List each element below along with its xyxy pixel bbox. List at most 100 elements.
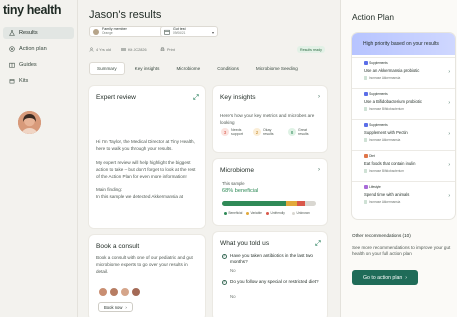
plan-item-title: Eat foods that contain inulin xyxy=(364,161,416,166)
tab-microbiome[interactable]: Microbiome xyxy=(169,63,207,74)
member-select-value: Orange xyxy=(102,30,113,35)
legend-beneficial: Beneficial xyxy=(224,211,242,215)
gut-test-select[interactable]: Gut test 09/06/21 ▾ xyxy=(160,26,218,37)
priority-plan-box: High priority based on your results Supp… xyxy=(352,33,455,219)
target-icon xyxy=(364,138,368,142)
priority-header: High priority based on your results xyxy=(352,33,455,55)
stat-count: 3 xyxy=(221,128,229,137)
age-text: 4 Yrs old xyxy=(96,47,111,52)
plan-item-sub: Increase Bifidobacterium xyxy=(364,169,404,173)
plan-item-sub: Increase Akkermansia xyxy=(364,138,400,142)
question-text: Have you taken antibiotics in the last t… xyxy=(230,253,313,265)
results-tabs: Summary Key insights Microbiome Conditio… xyxy=(89,62,331,75)
calendar-icon xyxy=(164,29,170,35)
expand-icon[interactable] xyxy=(193,94,199,100)
tag-icon xyxy=(364,123,368,127)
plan-item[interactable]: Lifestyle Spend time with animals Increa… xyxy=(352,181,455,211)
tab-conditions[interactable]: Conditions xyxy=(210,63,246,74)
sidebar-item-action-plan[interactable]: Action plan xyxy=(3,43,74,55)
key-insights-card[interactable]: Key insights › Here's how your key metri… xyxy=(213,86,327,152)
sidebar-item-label: Results xyxy=(19,30,38,36)
expert-review-text: Hi I'm Taylor, the Medical Director at T… xyxy=(96,139,196,200)
expert-review-card[interactable]: Expert review Hi I'm Taylor, the Medical… xyxy=(89,86,205,228)
action-plan-title: Action Plan xyxy=(352,12,394,22)
sidebar-item-label: Guides xyxy=(19,62,37,68)
target-icon xyxy=(364,169,368,173)
book-now-label: Book now xyxy=(104,304,123,310)
arrow-right-icon: › xyxy=(318,167,320,173)
family-member-select[interactable]: Family member Orange ▾ xyxy=(89,26,166,37)
barcode-icon xyxy=(121,48,126,51)
plan-item-tag: Supplements xyxy=(364,92,388,96)
bar-segment-unknown xyxy=(304,201,316,206)
check-icon: ✓ xyxy=(222,280,227,285)
question-text: Do you follow any special or restricted … xyxy=(230,279,319,284)
tab-microbiome-seeding[interactable]: Microbiome Seeding xyxy=(249,63,305,74)
arrow-right-icon: › xyxy=(448,131,450,137)
question-item: ✓ Do you follow any special or restricte… xyxy=(222,279,320,285)
stat-great-results: 8 Great results xyxy=(288,128,313,137)
plan-item-sub: Increase Bifidobacterium xyxy=(364,107,404,111)
plan-item[interactable]: Supplements Supplement with Pectin Incre… xyxy=(352,119,455,149)
bar-segment-beneficial xyxy=(222,201,286,206)
microbiome-title: Microbiome xyxy=(220,167,255,174)
legend-swatch xyxy=(292,211,295,215)
target-icon xyxy=(9,46,15,52)
target-icon xyxy=(364,76,368,80)
sidebar: tiny health Results Action plan Guides K… xyxy=(0,0,78,317)
kit-meta: Kit JC2826 xyxy=(121,47,147,52)
book-consult-text: Book a consult with one of our pediatric… xyxy=(96,255,193,274)
sub-label: Increase Akkermansia xyxy=(368,138,401,142)
printer-icon xyxy=(160,47,165,51)
book-consult-title: Book a consult xyxy=(96,243,140,250)
target-icon xyxy=(364,107,368,111)
status-badge: Results ready xyxy=(297,46,325,53)
answer-text: No xyxy=(230,268,236,273)
bar-segment-variable xyxy=(285,201,298,206)
arrow-right-icon: › xyxy=(448,100,450,106)
legend-variable: Variable xyxy=(246,211,262,215)
box-icon xyxy=(9,79,15,84)
book-now-button[interactable]: Book now › xyxy=(98,302,133,312)
arrow-right-icon: › xyxy=(448,162,450,168)
sidebar-item-kits[interactable]: Kits xyxy=(3,75,74,87)
stat-label: Needs support xyxy=(231,128,243,137)
bar-segment-unfriendly xyxy=(297,201,305,206)
plan-item[interactable]: Supplements Use an Akkermansia probiotic… xyxy=(352,57,455,87)
tag-label: Diet xyxy=(369,154,375,158)
sample-label: This sample xyxy=(222,181,245,186)
legend-unknown: Unknown xyxy=(292,211,310,215)
arrow-right-icon: › xyxy=(405,274,407,281)
page-title: Jason's results xyxy=(89,9,162,21)
tag-icon xyxy=(364,92,368,96)
legend-label: Beneficial xyxy=(228,211,243,215)
expand-icon[interactable] xyxy=(315,240,321,246)
arrow-right-icon: › xyxy=(125,304,127,310)
tab-key-insights[interactable]: Key insights xyxy=(128,63,167,74)
sub-label: Increase Akkermansia xyxy=(368,76,401,80)
sidebar-item-results[interactable]: Results xyxy=(3,27,74,39)
flask-icon xyxy=(9,30,15,36)
tab-summary[interactable]: Summary xyxy=(89,62,125,75)
avatar xyxy=(98,287,108,297)
member-avatar xyxy=(93,28,99,35)
beneficial-percent: 68% beneficial xyxy=(222,188,259,194)
avatar xyxy=(109,287,119,297)
sidebar-item-guides[interactable]: Guides xyxy=(3,59,74,71)
microbiome-card[interactable]: Microbiome › This sample 68% beneficial xyxy=(213,159,327,225)
plan-item[interactable]: Supplements Use a Bifidobacterium probio… xyxy=(352,88,455,118)
plan-item[interactable]: Diet Eat foods that contain inulin Incre… xyxy=(352,150,455,180)
legend-swatch xyxy=(246,211,249,215)
legend-label: Unfriendly xyxy=(270,211,285,215)
arrow-right-icon: › xyxy=(448,69,450,75)
expert-review-title: Expert review xyxy=(96,94,136,101)
stat-needs-support: 3 Needs support xyxy=(221,128,246,137)
tag-label: Supplements xyxy=(369,61,388,65)
tag-icon xyxy=(364,154,368,158)
print-button[interactable]: Print xyxy=(160,47,175,52)
expert-avatar xyxy=(18,111,41,134)
plan-item-title: Supplement with Pectin xyxy=(364,130,408,135)
what-you-told-us-card[interactable]: What you told us xyxy=(213,232,327,317)
microbiome-composition-bar xyxy=(222,201,316,206)
go-to-action-plan-button[interactable]: Go to action plan › xyxy=(352,270,418,285)
